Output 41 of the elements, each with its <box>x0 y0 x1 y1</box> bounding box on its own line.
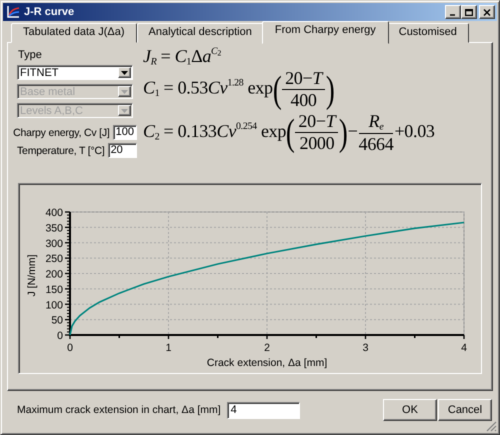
dialog-button[interactable]: Cancel <box>438 399 492 421</box>
type-label: Type <box>18 49 43 61</box>
tick-label: 0 <box>57 330 63 342</box>
tick-label: 0 <box>67 342 73 354</box>
dialog-button[interactable]: OK <box>383 399 437 421</box>
tick-label: 100 <box>45 299 63 312</box>
caret-icon <box>121 108 128 112</box>
tab[interactable]: Customised <box>386 23 469 43</box>
caret-icon <box>121 70 128 74</box>
minimize-button[interactable] <box>445 5 461 19</box>
tick-label: 3 <box>362 342 368 354</box>
field-label: Charpy energy, Cv [J] <box>13 126 110 138</box>
tick-label: 2 <box>264 342 270 354</box>
tab[interactable]: From Charpy energy <box>262 21 389 44</box>
maximize-icon <box>465 8 473 16</box>
tab[interactable]: Tabulated data J(Δa) <box>11 23 137 43</box>
field-label: Maximum crack extension in chart, Δa [mm] <box>17 404 221 416</box>
tick-label: 400 <box>45 207 63 219</box>
tick-label: 4 <box>461 342 467 354</box>
tick-label: 250 <box>45 253 63 266</box>
field-label: Temperature, T [°C] <box>17 144 105 156</box>
x-axis-title: Crack extension, Δa [mm] <box>206 357 328 369</box>
maximize-button[interactable] <box>461 5 477 19</box>
caret-icon <box>121 90 128 94</box>
y-axis-title: J [N/mm] <box>26 254 38 296</box>
tick-label: 200 <box>45 268 63 280</box>
resize-grip-icon[interactable] <box>486 421 497 432</box>
input-field[interactable]: 20 <box>108 143 137 158</box>
tick-label: 150 <box>45 284 63 296</box>
tab[interactable]: Analytical description <box>136 23 264 43</box>
tick-label: 300 <box>45 238 63 250</box>
input-field[interactable]: 4 <box>226 402 300 418</box>
close-button[interactable] <box>479 5 495 19</box>
tick-label: 50 <box>51 314 63 327</box>
dropdown[interactable]: FITNET <box>17 65 133 80</box>
tick-label: 350 <box>45 222 63 234</box>
window-title: J-R curve <box>24 6 76 18</box>
close-icon <box>483 8 491 16</box>
tick-label: 1 <box>166 342 172 354</box>
app-icon <box>6 5 20 19</box>
input-field[interactable]: 100 <box>112 125 137 140</box>
